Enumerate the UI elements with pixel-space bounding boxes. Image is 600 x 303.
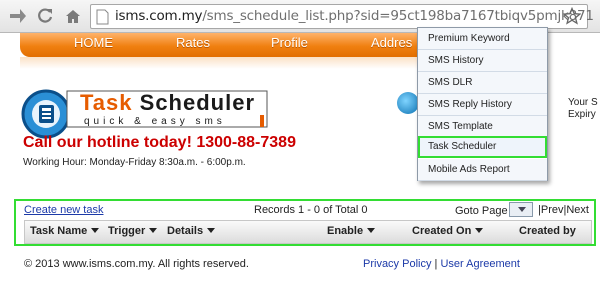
prev-page-link[interactable]: Prev bbox=[541, 204, 564, 216]
sort-down-icon bbox=[207, 228, 216, 233]
pager: |Prev|Next bbox=[538, 204, 589, 216]
column-label: Task Name bbox=[30, 225, 88, 237]
url-path: /sms_schedule_list.php?sid=95ct198ba7167… bbox=[202, 8, 594, 24]
menu-item-sms-reply-history[interactable]: SMS Reply History bbox=[418, 94, 547, 116]
footer-separator: | bbox=[434, 258, 438, 270]
page-select[interactable] bbox=[509, 202, 533, 217]
menu-item-sms-template[interactable]: SMS Template bbox=[418, 116, 547, 138]
column-details[interactable]: Details bbox=[167, 225, 216, 237]
column-label: Trigger bbox=[108, 225, 146, 237]
nav-home[interactable]: HOME bbox=[74, 35, 113, 50]
nav-profile[interactable]: Profile bbox=[271, 35, 308, 50]
chevron-down-icon bbox=[518, 207, 526, 212]
menu-item-sms-dlr[interactable]: SMS DLR bbox=[418, 72, 547, 94]
url-domain: isms.com.my bbox=[115, 8, 203, 24]
privacy-policy-link[interactable]: Privacy Policy bbox=[363, 258, 431, 270]
nav-address[interactable]: Addres bbox=[371, 35, 412, 50]
column-label: Details bbox=[167, 225, 204, 237]
menu-item-task-scheduler[interactable]: Task Scheduler bbox=[418, 136, 547, 158]
column-label: Created On bbox=[412, 225, 472, 237]
column-created-by[interactable]: Created by bbox=[519, 225, 576, 237]
user-agreement-link[interactable]: User Agreement bbox=[440, 258, 519, 270]
menu-item-premium-keyword[interactable]: Premium Keyword bbox=[418, 28, 547, 50]
account-info-line2: Expiry bbox=[568, 109, 596, 120]
account-info-line1: Your S bbox=[568, 97, 598, 108]
logo-title: Task Scheduler bbox=[80, 90, 255, 116]
column-label: Created by bbox=[519, 225, 576, 237]
menu-item-mobile-ads-report[interactable]: Mobile Ads Report bbox=[418, 159, 547, 181]
column-created-on[interactable]: Created On bbox=[412, 225, 484, 237]
column-label: Enable bbox=[327, 225, 364, 237]
sort-down-icon bbox=[149, 228, 158, 233]
nav-dropdown-menu: Premium Keyword SMS History SMS DLR SMS … bbox=[417, 27, 548, 181]
sort-down-icon bbox=[475, 228, 484, 233]
page-icon bbox=[96, 9, 109, 25]
address-bar[interactable]: isms.com.my/sms_schedule_list.php?sid=95… bbox=[90, 4, 594, 29]
menu-item-sms-history[interactable]: SMS History bbox=[418, 50, 547, 72]
create-new-task-link[interactable]: Create new task bbox=[24, 204, 103, 216]
next-page-link[interactable]: Next bbox=[566, 204, 589, 216]
sort-down-icon bbox=[367, 228, 376, 233]
reload-icon[interactable] bbox=[34, 5, 56, 27]
home-icon[interactable] bbox=[62, 5, 84, 27]
url-text[interactable]: isms.com.my/sms_schedule_list.php?sid=95… bbox=[115, 8, 594, 24]
nav-bar-reflection bbox=[20, 57, 440, 69]
column-trigger[interactable]: Trigger bbox=[108, 225, 158, 237]
logo-title-scheduler: Scheduler bbox=[139, 90, 256, 115]
records-count: Records 1 - 0 of Total 0 bbox=[254, 204, 368, 216]
column-enable[interactable]: Enable bbox=[327, 225, 376, 237]
copyright-text: © 2013 www.isms.com.my. All rights reser… bbox=[24, 258, 249, 270]
star-icon[interactable] bbox=[563, 7, 581, 25]
nav-rates[interactable]: Rates bbox=[176, 35, 210, 50]
logo-tagline: quick & easy sms bbox=[84, 116, 226, 127]
sort-down-icon bbox=[91, 228, 100, 233]
hotline-text: Call our hotline today! 1300-88-7389 bbox=[23, 134, 296, 151]
forward-arrow-icon[interactable] bbox=[6, 5, 30, 27]
goto-page-label: Goto Page bbox=[455, 205, 508, 217]
column-task-name[interactable]: Task Name bbox=[30, 225, 100, 237]
account-icon bbox=[397, 92, 419, 114]
footer-links: Privacy Policy | User Agreement bbox=[363, 258, 520, 270]
logo-title-task: Task bbox=[80, 90, 133, 115]
working-hours: Working Hour: Monday-Friday 8:30a.m. - 6… bbox=[23, 157, 246, 168]
account-info: Your S Expiry bbox=[568, 97, 598, 121]
